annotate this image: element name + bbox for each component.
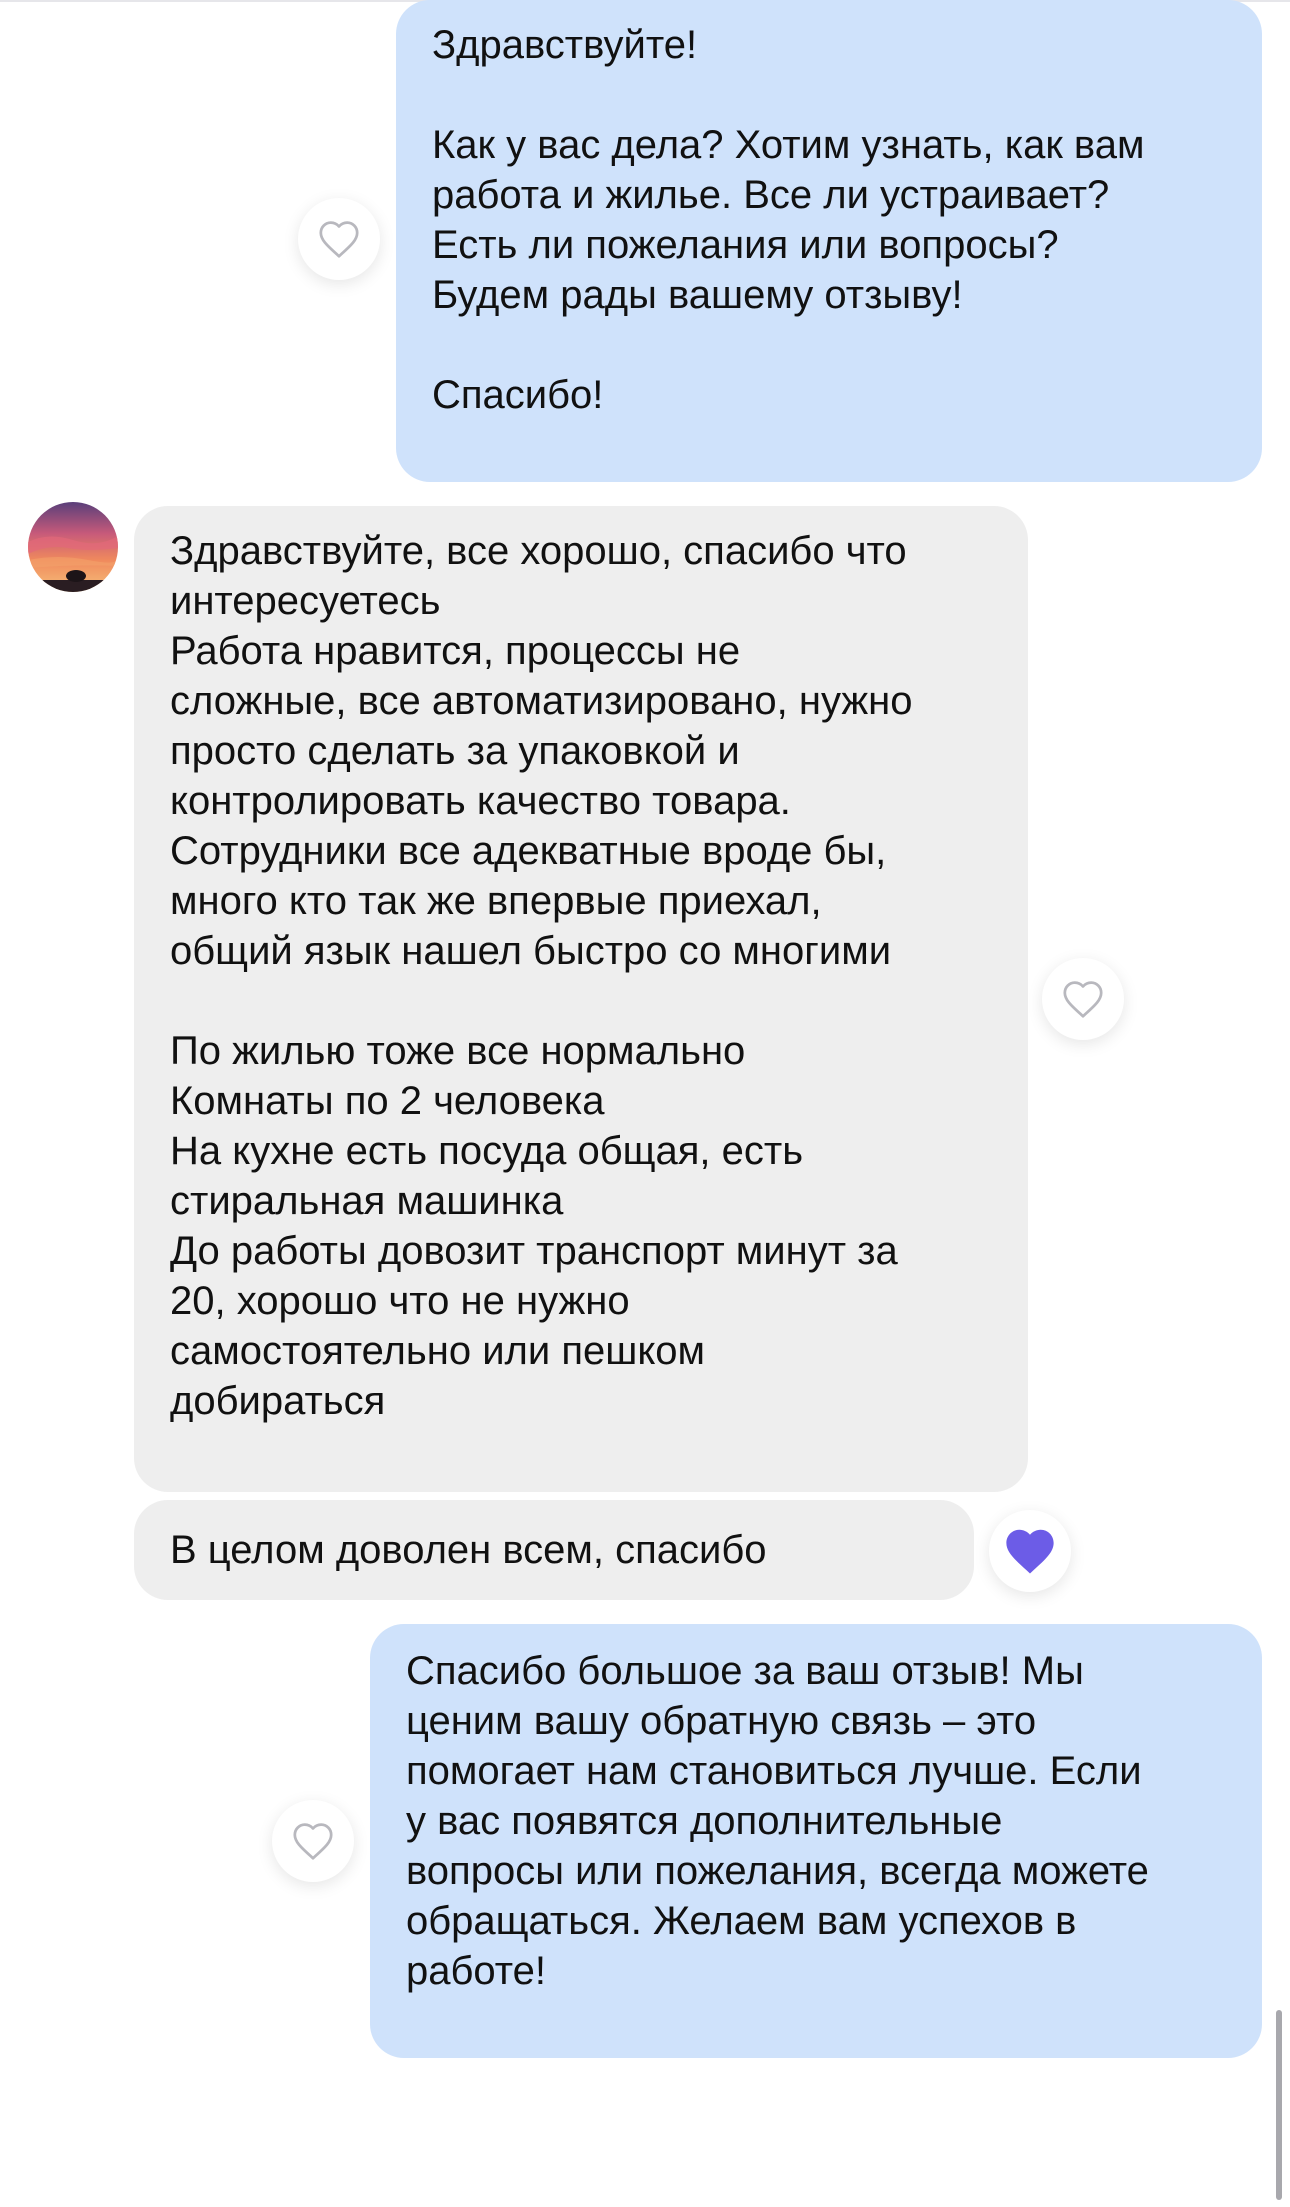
message-line: Сотрудники все адекватные вроде бы, bbox=[170, 829, 887, 873]
message-line: стиральная машинка bbox=[170, 1179, 564, 1223]
message-line bbox=[432, 70, 1222, 120]
message-line bbox=[432, 320, 1222, 370]
message-line: просто сделать за упаковкой и bbox=[170, 729, 740, 773]
message-line: общий язык нашел быстро со многими bbox=[170, 929, 892, 973]
message-line: помогает нам становиться лучше. Если bbox=[406, 1749, 1142, 1793]
outgoing-message-bubble[interactable]: Спасибо большое за ваш отзыв! Мы ценим в… bbox=[370, 1624, 1262, 2058]
message-line: По жилью тоже все нормально bbox=[170, 1029, 746, 1073]
message-line: много кто так же впервые приехал, bbox=[170, 879, 822, 923]
message-line: Здравствуйте, все хорошо, спасибо что bbox=[170, 529, 907, 573]
heart-filled-icon bbox=[1006, 1529, 1054, 1574]
message-line: работа и жилье. Все ли устраивает? bbox=[432, 173, 1110, 217]
message-line: сложные, все автоматизировано, нужно bbox=[170, 679, 913, 723]
message-line: Работа нравится, процессы не bbox=[170, 629, 741, 673]
message-line: обращаться. Желаем вам успехов в bbox=[406, 1899, 1077, 1943]
like-button[interactable] bbox=[298, 198, 380, 280]
message-line: интересуетесь bbox=[170, 579, 441, 623]
message-line: На кухне есть посуда общая, есть bbox=[170, 1129, 804, 1173]
outgoing-message-bubble[interactable]: Здравствуйте! Как у вас дела? Хотим узна… bbox=[396, 0, 1262, 482]
like-button[interactable] bbox=[272, 1800, 354, 1882]
message-line: До работы довозит транспорт минут за bbox=[170, 1229, 898, 1273]
message-line: Спасибо! bbox=[432, 373, 604, 417]
like-button-active[interactable] bbox=[989, 1510, 1071, 1592]
message-line: Есть ли пожелания или вопросы? bbox=[432, 223, 1059, 267]
message-line: В целом доволен всем, спасибо bbox=[170, 1528, 767, 1572]
like-button[interactable] bbox=[1042, 958, 1124, 1040]
message-line: Спасибо большое за ваш отзыв! Мы bbox=[406, 1649, 1084, 1693]
message-line: Как у вас дела? Хотим узнать, как вам bbox=[432, 123, 1145, 167]
message-line: Здравствуйте! bbox=[432, 23, 698, 67]
message-line: ценим вашу обратную связь – это bbox=[406, 1699, 1037, 1743]
avatar[interactable] bbox=[28, 502, 118, 592]
incoming-message-bubble[interactable]: В целом доволен всем, спасибо bbox=[134, 1500, 974, 1600]
message-line: работе! bbox=[406, 1949, 546, 1993]
message-line: 20, хорошо что не нужно bbox=[170, 1279, 630, 1323]
message-line: контролировать качество товара. bbox=[170, 779, 791, 823]
heart-outline-icon bbox=[319, 221, 359, 258]
message-line: самостоятельно или пешком bbox=[170, 1329, 706, 1373]
scrollbar[interactable] bbox=[1276, 2010, 1282, 2200]
message-line bbox=[170, 976, 998, 1026]
incoming-message-bubble[interactable]: Здравствуйте, все хорошо, спасибо что ин… bbox=[134, 506, 1028, 1492]
message-line: Комнаты по 2 человека bbox=[170, 1079, 605, 1123]
message-line: добираться bbox=[170, 1379, 386, 1423]
message-line: у вас появятся дополнительные bbox=[406, 1799, 1003, 1843]
sunset-avatar-image bbox=[28, 502, 118, 592]
message-line: вопросы или пожелания, всегда можете bbox=[406, 1849, 1149, 1893]
heart-outline-icon bbox=[1063, 981, 1103, 1018]
message-line: Будем рады вашему отзыву! bbox=[432, 273, 963, 317]
heart-outline-icon bbox=[293, 1823, 333, 1860]
